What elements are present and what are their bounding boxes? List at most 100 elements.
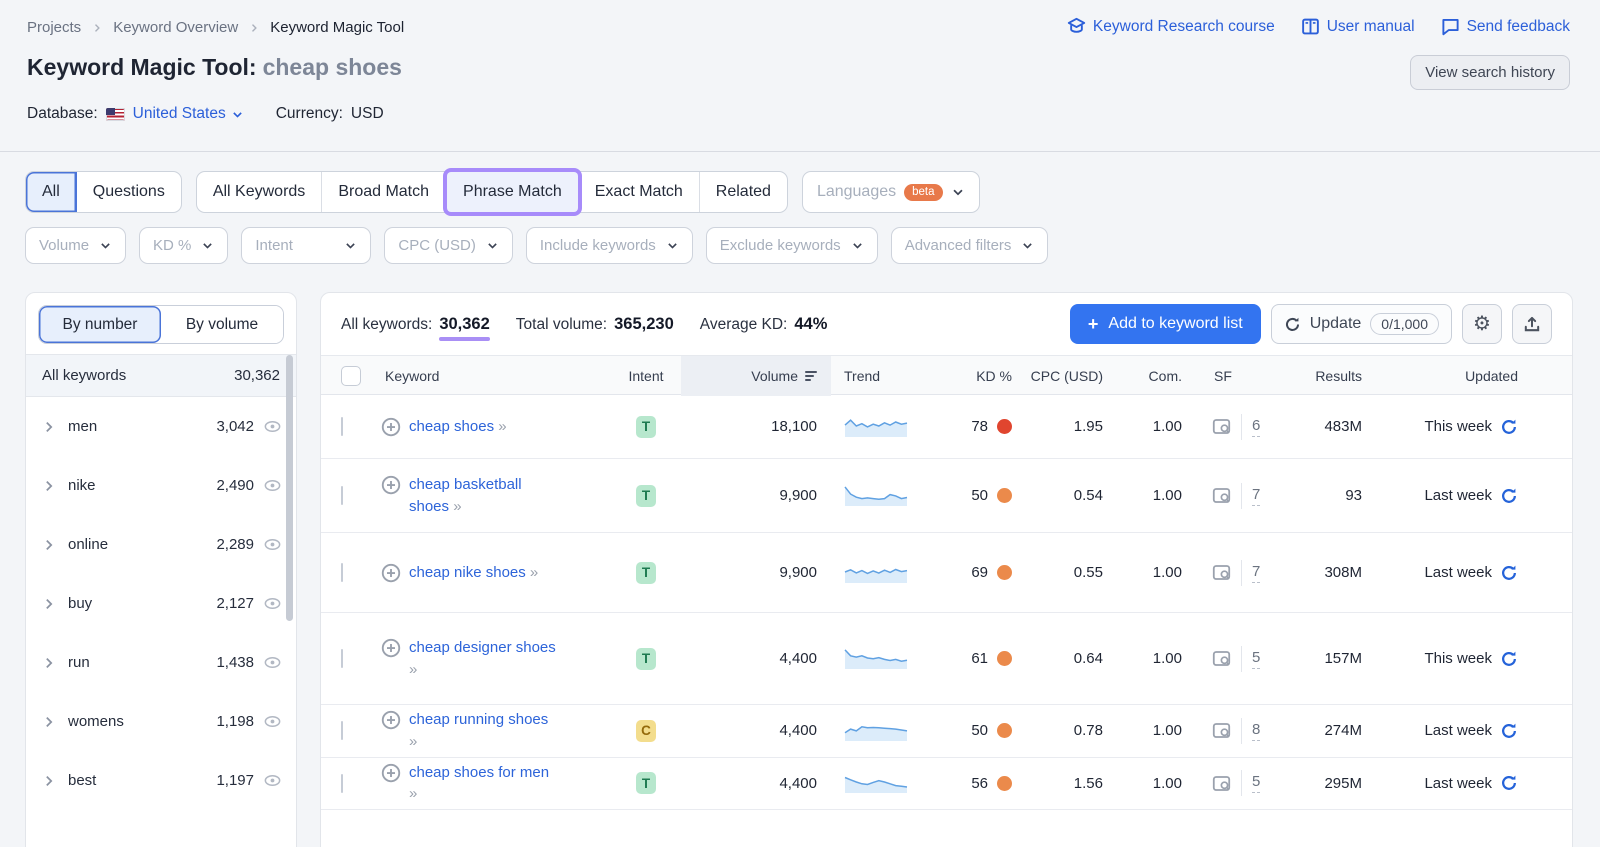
sidebar-group-nike[interactable]: nike 2,490 bbox=[26, 456, 296, 515]
add-keyword-icon[interactable] bbox=[381, 638, 401, 658]
refresh-keyword-button[interactable] bbox=[1500, 418, 1518, 436]
refresh-keyword-button[interactable] bbox=[1500, 650, 1518, 668]
tab-questions[interactable]: Questions bbox=[77, 172, 181, 212]
col-sf[interactable]: SF bbox=[1214, 368, 1232, 384]
add-to-keyword-list-button[interactable]: + Add to keyword list bbox=[1070, 304, 1261, 344]
add-keyword-icon[interactable] bbox=[381, 417, 401, 437]
filter-include-keywords[interactable]: Include keywords bbox=[526, 227, 693, 264]
add-keyword-icon[interactable] bbox=[381, 563, 401, 583]
filter-cpc[interactable]: CPC (USD) bbox=[384, 227, 513, 264]
refresh-keyword-button[interactable] bbox=[1500, 722, 1518, 740]
keyword-link[interactable]: cheap shoes » bbox=[409, 416, 561, 438]
sf-count[interactable]: 6 bbox=[1252, 417, 1260, 437]
tab-all[interactable]: All bbox=[26, 172, 77, 212]
sidebar-group-best[interactable]: best 1,197 bbox=[26, 751, 296, 810]
sidebar-all-keywords-row[interactable]: All keywords 30,362 bbox=[26, 354, 296, 397]
select-all-checkbox[interactable] bbox=[341, 366, 361, 386]
col-kd[interactable]: KD % bbox=[976, 368, 1012, 384]
filter-volume[interactable]: Volume bbox=[25, 227, 126, 264]
keyword-link[interactable]: cheap nike shoes » bbox=[409, 562, 561, 584]
keyword-link[interactable]: cheap basketball shoes » bbox=[409, 474, 561, 518]
filter-intent[interactable]: Intent bbox=[241, 227, 371, 264]
sidebar-group-womens[interactable]: womens 1,198 bbox=[26, 692, 296, 751]
database-selector[interactable]: United States bbox=[133, 105, 244, 123]
keyword-link[interactable]: cheap shoes for men » bbox=[409, 762, 561, 806]
sort-by-volume-button[interactable]: By volume bbox=[161, 306, 283, 343]
sf-count[interactable]: 5 bbox=[1252, 649, 1260, 669]
row-checkbox[interactable] bbox=[341, 486, 343, 505]
row-checkbox[interactable] bbox=[341, 649, 343, 668]
table-row: cheap shoes for men » T 4,400 56 1.56 1.… bbox=[321, 758, 1572, 811]
export-button[interactable] bbox=[1512, 304, 1552, 344]
keyword-link[interactable]: cheap designer shoes » bbox=[409, 637, 561, 681]
refresh-keyword-button[interactable] bbox=[1500, 774, 1518, 792]
add-keyword-icon[interactable] bbox=[381, 763, 401, 783]
tab-broad-match[interactable]: Broad Match bbox=[322, 172, 446, 212]
col-volume[interactable]: Volume bbox=[681, 356, 831, 396]
sf-count[interactable]: 8 bbox=[1252, 721, 1260, 741]
open-keyword-icon[interactable]: » bbox=[453, 498, 462, 515]
sf-count[interactable]: 5 bbox=[1252, 773, 1260, 793]
sf-count[interactable]: 7 bbox=[1252, 486, 1260, 506]
filter-advanced[interactable]: Advanced filters bbox=[891, 227, 1049, 264]
refresh-keyword-button[interactable] bbox=[1500, 564, 1518, 582]
breadcrumb-keyword-overview[interactable]: Keyword Overview bbox=[113, 19, 238, 36]
eye-icon[interactable] bbox=[263, 594, 282, 613]
filter-kd[interactable]: KD % bbox=[139, 227, 228, 264]
settings-button[interactable]: ⚙ bbox=[1462, 304, 1502, 344]
update-button[interactable]: Update 0/1,000 bbox=[1271, 304, 1452, 344]
filter-kd-label: KD % bbox=[153, 237, 191, 254]
sort-by-number-button[interactable]: By number bbox=[39, 306, 161, 343]
sidebar-scrollbar[interactable] bbox=[286, 355, 293, 621]
open-keyword-icon[interactable]: » bbox=[409, 733, 418, 750]
add-keyword-icon[interactable] bbox=[381, 475, 401, 495]
sidebar-group-online[interactable]: online 2,289 bbox=[26, 515, 296, 574]
serp-features-icon[interactable] bbox=[1212, 563, 1231, 582]
col-results[interactable]: Results bbox=[1315, 368, 1362, 384]
keyword-research-course-link[interactable]: Keyword Research course bbox=[1067, 17, 1275, 36]
filter-exclude-keywords[interactable]: Exclude keywords bbox=[706, 227, 878, 264]
sf-count[interactable]: 7 bbox=[1252, 563, 1260, 583]
open-keyword-icon[interactable]: » bbox=[409, 661, 418, 678]
eye-icon[interactable] bbox=[263, 653, 282, 672]
keyword-link[interactable]: cheap running shoes » bbox=[409, 709, 561, 753]
open-keyword-icon[interactable]: » bbox=[409, 785, 418, 802]
row-checkbox[interactable] bbox=[341, 721, 343, 740]
col-intent[interactable]: Intent bbox=[628, 368, 663, 384]
add-keyword-icon[interactable] bbox=[381, 710, 401, 730]
languages-dropdown[interactable]: Languages beta bbox=[803, 172, 979, 212]
sf-divider bbox=[1241, 560, 1242, 586]
serp-features-icon[interactable] bbox=[1212, 649, 1231, 668]
view-search-history-button[interactable]: View search history bbox=[1410, 55, 1570, 90]
col-updated[interactable]: Updated bbox=[1465, 368, 1518, 384]
tab-related[interactable]: Related bbox=[700, 172, 787, 212]
row-checkbox[interactable] bbox=[341, 417, 343, 436]
col-com[interactable]: Com. bbox=[1149, 368, 1182, 384]
send-feedback-link[interactable]: Send feedback bbox=[1441, 17, 1570, 36]
col-keyword[interactable]: Keyword bbox=[385, 368, 439, 384]
eye-icon[interactable] bbox=[263, 712, 282, 731]
col-cpc[interactable]: CPC (USD) bbox=[1031, 368, 1103, 384]
serp-features-icon[interactable] bbox=[1212, 721, 1231, 740]
sidebar-group-men[interactable]: men 3,042 bbox=[26, 397, 296, 456]
eye-icon[interactable] bbox=[263, 535, 282, 554]
serp-features-icon[interactable] bbox=[1212, 486, 1231, 505]
breadcrumb-projects[interactable]: Projects bbox=[27, 19, 81, 36]
updated-value: Last week bbox=[1424, 564, 1492, 581]
eye-icon[interactable] bbox=[263, 771, 282, 790]
open-keyword-icon[interactable]: » bbox=[530, 564, 539, 581]
tab-phrase-match[interactable]: Phrase Match bbox=[447, 172, 578, 212]
tab-all-keywords[interactable]: All Keywords bbox=[197, 172, 322, 212]
serp-features-icon[interactable] bbox=[1212, 774, 1231, 793]
user-manual-link[interactable]: User manual bbox=[1301, 17, 1415, 36]
row-checkbox[interactable] bbox=[341, 563, 343, 582]
refresh-keyword-button[interactable] bbox=[1500, 487, 1518, 505]
eye-icon[interactable] bbox=[263, 476, 282, 495]
row-checkbox[interactable] bbox=[341, 774, 343, 793]
open-keyword-icon[interactable]: » bbox=[498, 418, 507, 435]
sidebar-group-run[interactable]: run 1,438 bbox=[26, 633, 296, 692]
tab-exact-match[interactable]: Exact Match bbox=[579, 172, 700, 212]
sidebar-group-buy[interactable]: buy 2,127 bbox=[26, 574, 296, 633]
serp-features-icon[interactable] bbox=[1212, 417, 1231, 436]
eye-icon[interactable] bbox=[263, 417, 282, 436]
